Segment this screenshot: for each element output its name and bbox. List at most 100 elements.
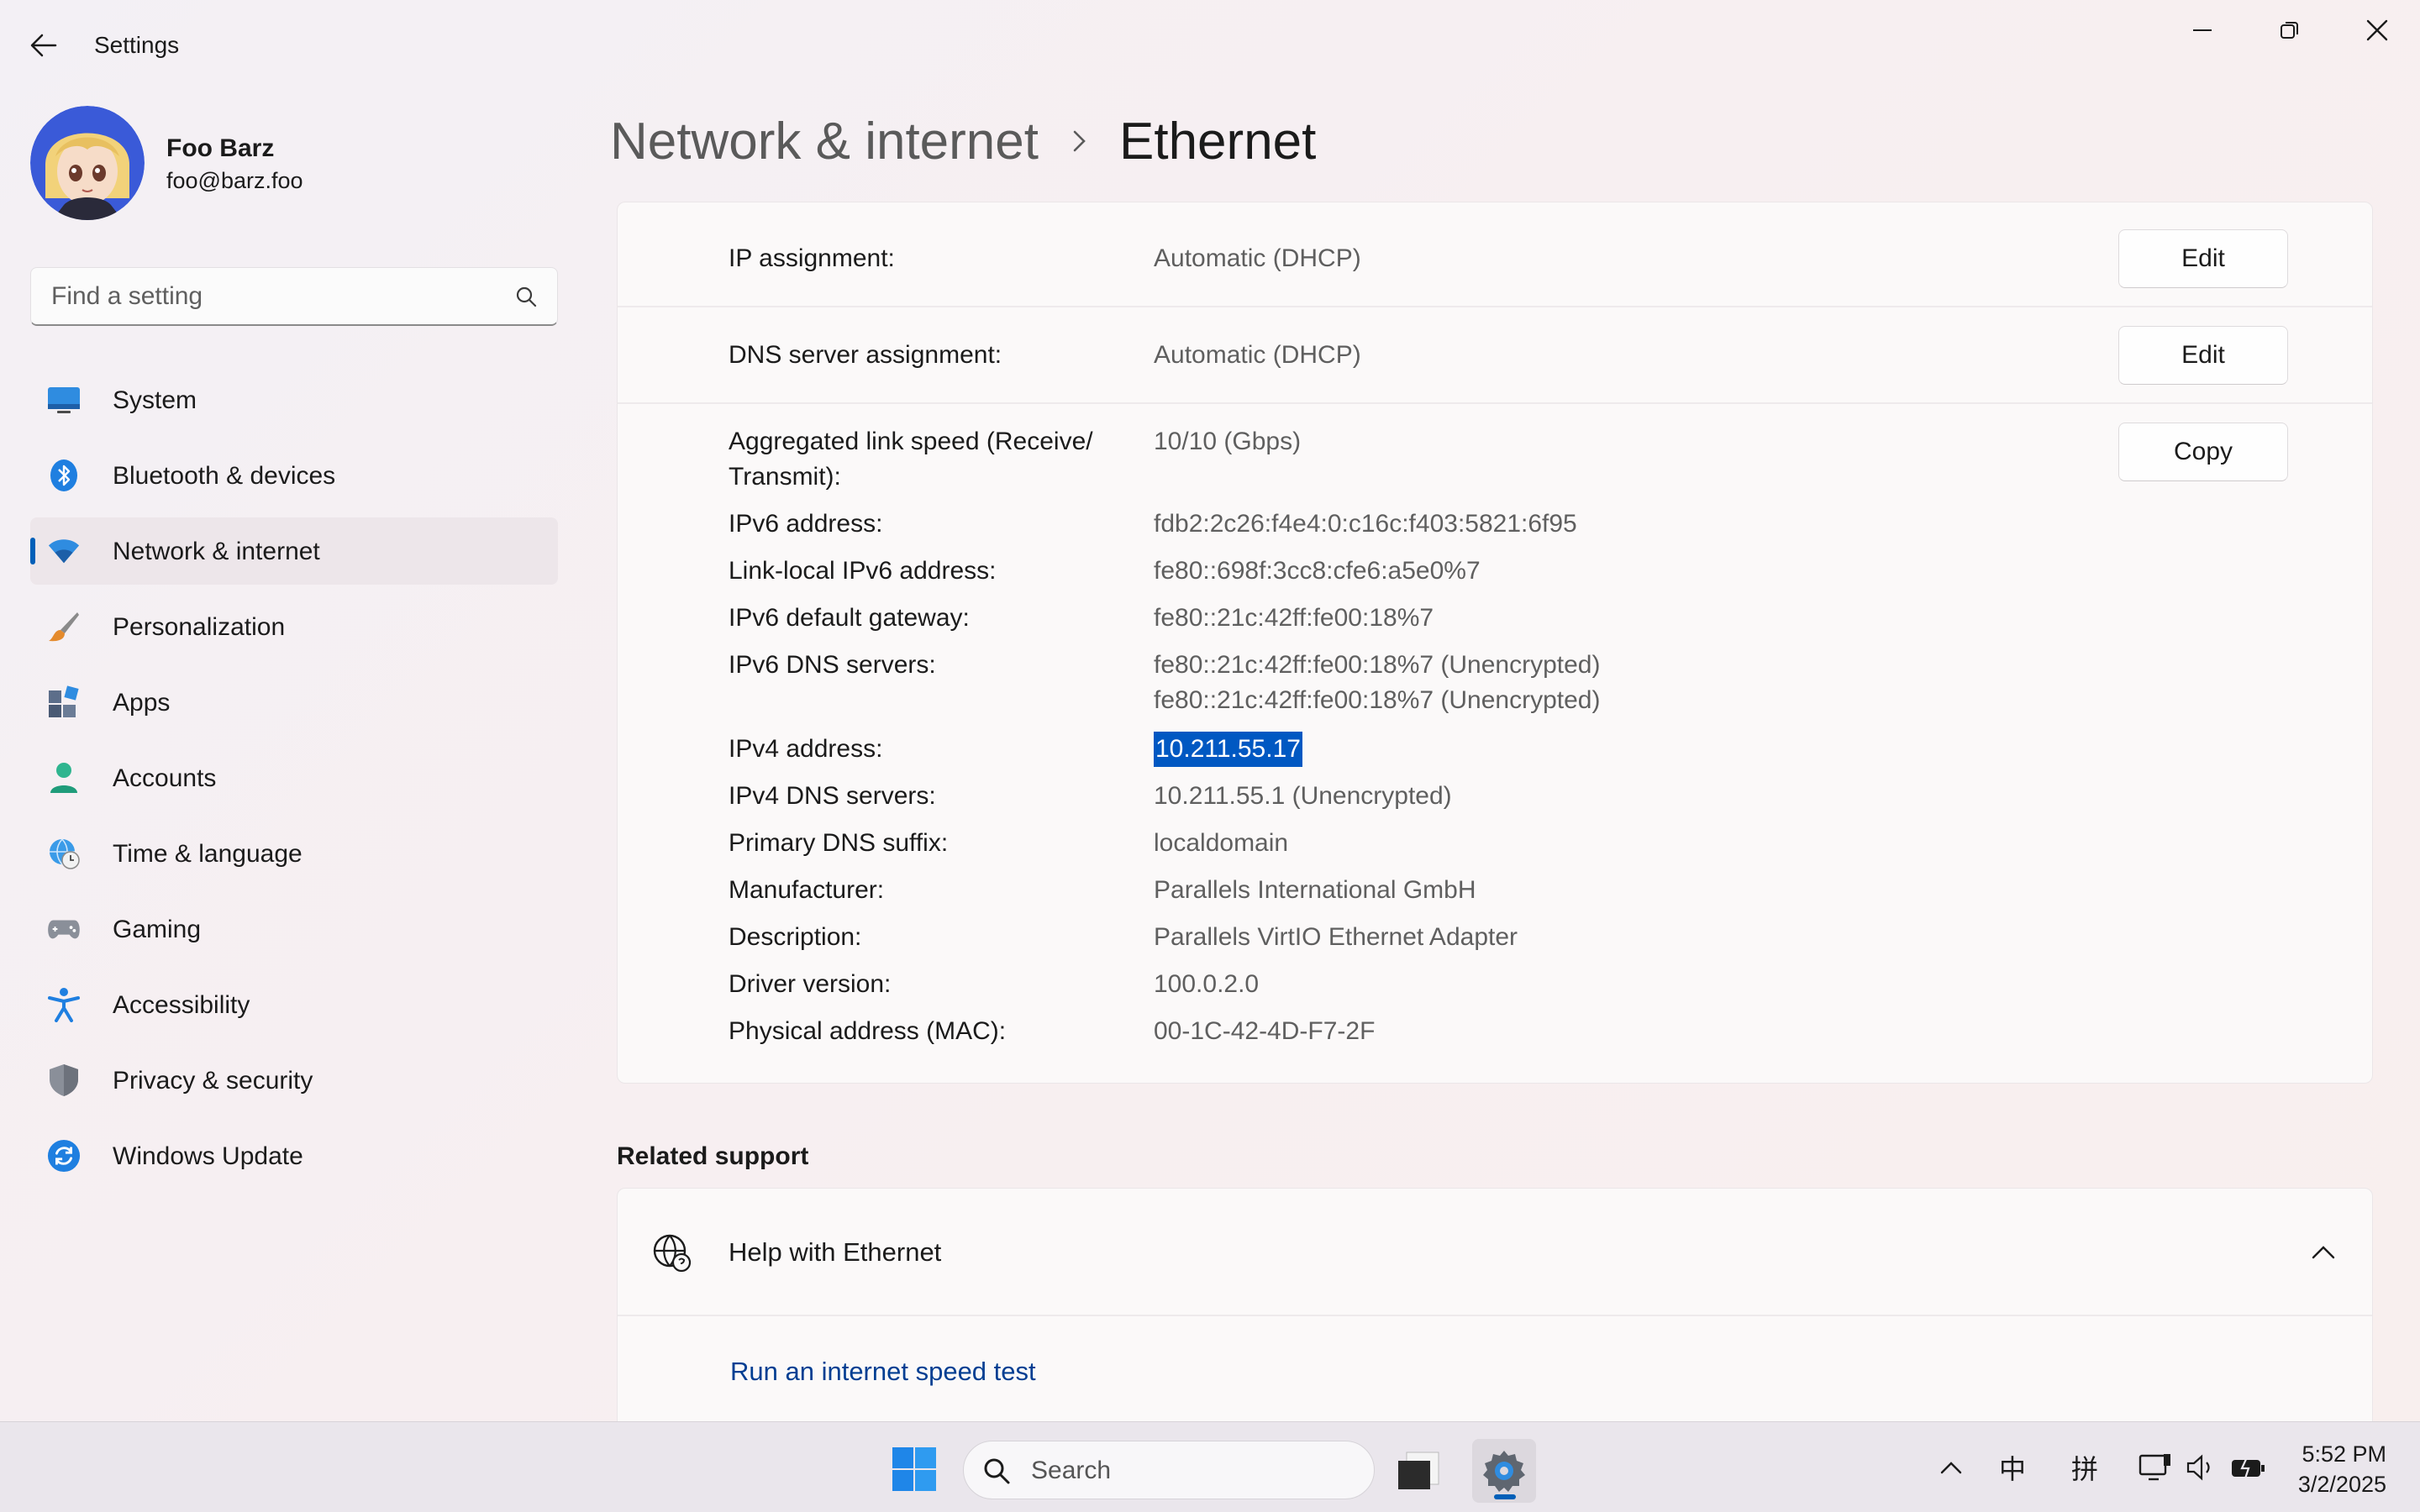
sidebar-item-windows-update[interactable]: Windows Update: [30, 1122, 558, 1189]
accessibility-icon: [47, 988, 81, 1022]
show-hidden-icons-button[interactable]: [1933, 1444, 1970, 1491]
search-icon: [984, 1458, 1010, 1484]
taskbar-search[interactable]: Search: [963, 1441, 1375, 1499]
breadcrumb: Network & internet Ethernet: [610, 108, 1316, 175]
detail-label: IPv4 address:: [729, 735, 883, 763]
sidebar-item-system[interactable]: System: [30, 366, 558, 433]
chevron-up-icon[interactable]: [2308, 1237, 2338, 1268]
detail-label: Primary DNS suffix:: [729, 829, 949, 857]
sidebar-item-apps[interactable]: Apps: [30, 669, 558, 736]
detail-label: Link-local IPv6 address:: [729, 557, 997, 585]
update-icon: [47, 1139, 81, 1173]
sidebar-item-label: Gaming: [113, 916, 202, 943]
help-with-ethernet-label: Help with Ethernet: [729, 1237, 942, 1267]
sidebar-item-label: Apps: [113, 689, 171, 717]
restore-icon: [2281, 22, 2298, 39]
related-support-heading: Related support: [617, 1142, 809, 1170]
edit-dns-assignment-button[interactable]: Edit: [2118, 326, 2288, 385]
detail-value: fe80::21c:42ff:fe00:18%7: [1154, 604, 1434, 632]
apps-icon: [47, 685, 81, 719]
detail-value: 10/10 (Gbps): [1154, 428, 1302, 455]
detail-label: IPv6 default gateway:: [729, 604, 970, 632]
help-with-ethernet-card: Help with Ethernet Run an internet speed…: [617, 1188, 2373, 1423]
detail-label: Manufacturer:: [729, 876, 885, 904]
back-arrow-icon: [30, 34, 57, 57]
detail-value: fdb2:2c26:f4e4:0:c16c:f403:5821:6f95: [1154, 510, 1577, 538]
network-status-icon[interactable]: [2134, 1444, 2176, 1491]
terminal-app-icon: [1398, 1452, 1439, 1489]
battery-icon[interactable]: [2227, 1444, 2269, 1491]
help-expander-header[interactable]: Help with Ethernet: [618, 1189, 2372, 1316]
detail-label: IPv6 address:: [729, 510, 883, 538]
sidebar-item-time-language[interactable]: Time & language: [30, 820, 558, 887]
clock-time: 5:52 PM: [2302, 1441, 2386, 1467]
sidebar-item-label: Personalization: [113, 613, 286, 641]
brush-icon: [47, 610, 81, 643]
sidebar-item-bluetooth[interactable]: Bluetooth & devices: [30, 442, 558, 509]
detail-label: IPv4 DNS servers:: [729, 782, 936, 810]
sidebar-item-label: Accounts: [113, 764, 217, 792]
detail-value: fe80::698f:3cc8:cfe6:a5e0%7: [1154, 557, 1481, 585]
breadcrumb-parent-link[interactable]: Network & internet: [610, 112, 1039, 171]
gamepad-icon: [47, 912, 81, 946]
chevron-up-icon: [1940, 1462, 1962, 1474]
ethernet-properties-card: IP assignment: Automatic (DHCP) Edit DNS…: [617, 202, 2373, 1084]
search-icon[interactable]: [513, 285, 539, 310]
taskbar-app-terminal[interactable]: [1386, 1439, 1450, 1503]
edit-ip-assignment-button[interactable]: Edit: [2118, 229, 2288, 288]
taskbar-search-label: Search: [1031, 1457, 1112, 1484]
globe-help-icon: [653, 1234, 692, 1273]
system-clock[interactable]: 5:52 PM 3/2/2025: [2298, 1439, 2386, 1499]
sidebar-item-gaming[interactable]: Gaming: [30, 895, 558, 963]
volume-icon[interactable]: [2183, 1444, 2220, 1491]
ime-chinese-button[interactable]: 中: [1991, 1444, 2033, 1491]
app-title: Settings: [94, 32, 180, 58]
title-bar: Settings: [0, 0, 2420, 92]
sidebar-item-network[interactable]: Network & internet: [30, 517, 558, 585]
ip-assignment-label: IP assignment:: [729, 244, 895, 272]
detail-value: 10.211.55.1 (Unencrypted): [1154, 782, 1452, 810]
sidebar-item-label: System: [113, 386, 197, 414]
connection-details: Copy Aggregated link speed (Receive/ Tra…: [618, 404, 2372, 1083]
taskbar-app-settings[interactable]: [1472, 1439, 1536, 1503]
ip-assignment-value: Automatic (DHCP): [1154, 244, 1361, 272]
avatar-image: [30, 106, 145, 220]
back-button[interactable]: [25, 27, 62, 64]
avatar: [30, 106, 145, 220]
sidebar-item-label: Time & language: [113, 840, 302, 868]
ipv4-address-selected[interactable]: 10.211.55.17: [1154, 732, 1302, 767]
chevron-right-icon: [1072, 129, 1091, 154]
detail-value: fe80::21c:42ff:fe00:18%7 (Unencrypted): [1154, 651, 1601, 679]
dns-assignment-row: DNS server assignment: Automatic (DHCP) …: [618, 307, 2372, 404]
detail-value: Parallels International GmbH: [1154, 876, 1476, 904]
windows-start-icon[interactable]: [891, 1446, 938, 1493]
detail-value: 100.0.2.0: [1154, 970, 1260, 998]
sidebar-item-accounts[interactable]: Accounts: [30, 744, 558, 811]
ime-pinyin-button[interactable]: 拼: [2064, 1444, 2106, 1491]
detail-label: Physical address (MAC):: [729, 1017, 1007, 1045]
sidebar-item-personalization[interactable]: Personalization: [30, 593, 558, 660]
page-title: Ethernet: [1119, 112, 1317, 171]
close-button[interactable]: [2348, 12, 2407, 49]
settings-gear-icon: [1483, 1451, 1525, 1492]
minimize-button[interactable]: [2173, 12, 2232, 49]
sidebar-item-label: Bluetooth & devices: [113, 462, 336, 490]
find-setting-search[interactable]: [30, 267, 558, 326]
speed-test-link[interactable]: Run an internet speed test: [730, 1357, 1036, 1387]
taskbar: Search 中 拼 5:52 PM 3/2/2025: [0, 1421, 2420, 1512]
copy-button[interactable]: Copy: [2118, 423, 2288, 481]
minimize-icon: [2193, 29, 2212, 31]
sidebar-item-privacy-security[interactable]: Privacy & security: [30, 1047, 558, 1114]
system-icon: [47, 383, 81, 417]
sidebar-item-accessibility[interactable]: Accessibility: [30, 971, 558, 1038]
sidebar-item-label: Network & internet: [113, 538, 320, 565]
user-email: foo@barz.foo: [166, 168, 303, 193]
detail-value: 00-1C-42-4D-F7-2F: [1154, 1017, 1376, 1045]
search-input[interactable]: [51, 280, 505, 313]
globe-clock-icon: [47, 837, 81, 870]
sidebar-item-label: Privacy & security: [113, 1067, 313, 1095]
close-icon: [2366, 19, 2388, 41]
restore-button[interactable]: [2260, 12, 2319, 49]
shield-icon: [47, 1063, 81, 1097]
running-indicator: [1494, 1494, 1516, 1499]
